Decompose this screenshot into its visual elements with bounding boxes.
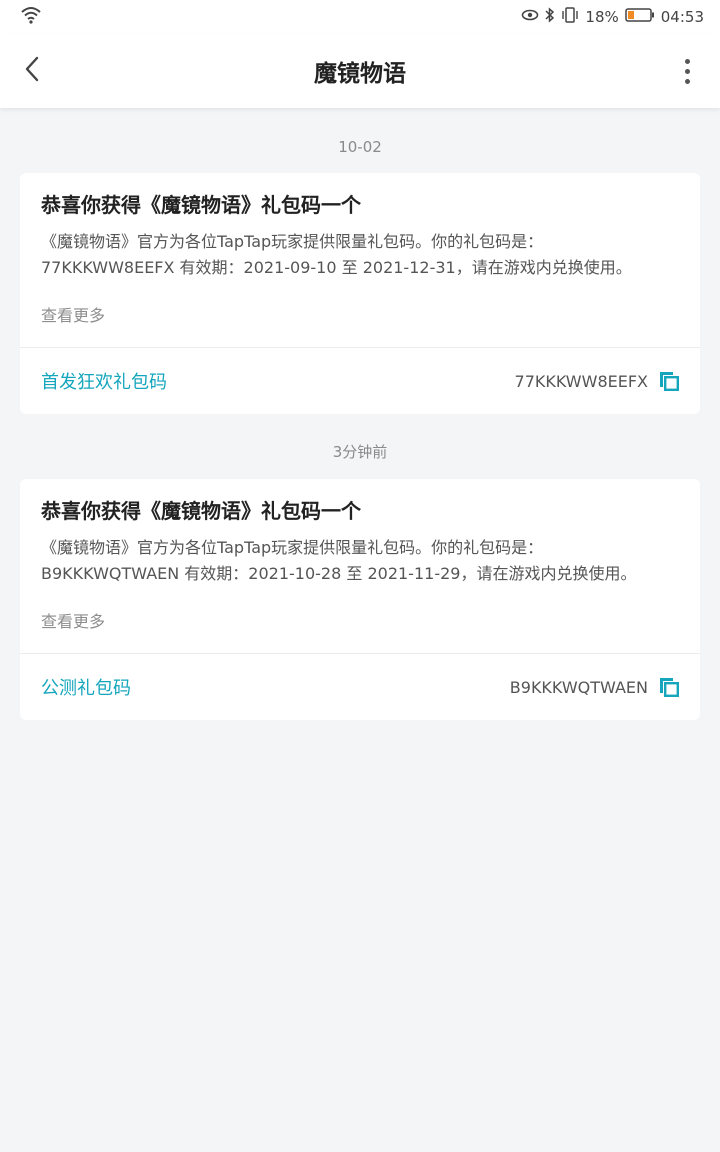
gift-code-wrap: 77KKKWW8EEFX: [515, 370, 680, 392]
message-card: 恭喜你获得《魔镜物语》礼包码一个 《魔镜物语》官方为各位TapTap玩家提供限量…: [20, 479, 700, 720]
status-bar: 18% 04:53: [0, 0, 720, 34]
message-date: 3分钟前: [332, 443, 388, 461]
eye-icon: [521, 8, 539, 26]
page-title: 魔镜物语: [314, 61, 406, 87]
more-options-button[interactable]: [672, 52, 702, 90]
gift-code: 77KKKWW8EEFX: [514, 371, 648, 391]
message-title: 恭喜你获得《魔镜物语》礼包码一个: [41, 499, 361, 523]
message-title: 恭喜你获得《魔镜物语》礼包码一个: [41, 193, 361, 217]
copy-icon[interactable]: [658, 370, 680, 392]
message-date: 10-02: [338, 138, 382, 156]
copy-icon[interactable]: [658, 676, 680, 698]
back-button[interactable]: [14, 52, 50, 90]
description-line: B9KKKWQTWAEN 有效期：2021-10-28 至 2021-11-29…: [41, 564, 637, 583]
view-more-link[interactable]: 查看更多: [41, 303, 105, 347]
message-card: 恭喜你获得《魔镜物语》礼包码一个 《魔镜物语》官方为各位TapTap玩家提供限量…: [20, 173, 700, 414]
gift-code-wrap: B9KKKWQTWAEN: [510, 676, 680, 698]
wifi-icon: [20, 6, 42, 28]
gift-code: B9KKKWQTWAEN: [509, 677, 648, 697]
more-dot: [684, 68, 690, 74]
app-header: 魔镜物语: [0, 34, 720, 108]
message-description: 《魔镜物语》官方为各位TapTap玩家提供限量礼包码。你的礼包码是： B9KKK…: [41, 535, 679, 587]
gift-name-link[interactable]: 首发狂欢礼包码: [41, 368, 167, 394]
battery-percent: 18%: [585, 8, 619, 26]
gift-name-link[interactable]: 公测礼包码: [41, 674, 131, 700]
message-description: 《魔镜物语》官方为各位TapTap玩家提供限量礼包码。你的礼包码是： 77KKK…: [41, 229, 679, 281]
more-dot: [684, 78, 690, 84]
battery-icon: [625, 8, 655, 26]
description-line: 《魔镜物语》官方为各位TapTap玩家提供限量礼包码。你的礼包码是：: [41, 232, 544, 251]
more-vertical-icon: [684, 58, 690, 64]
chevron-left-icon: [24, 56, 40, 86]
description-line: 77KKKWW8EEFX 有效期：2021-09-10 至 2021-12-31…: [41, 258, 632, 277]
status-icons: 18% 04:53: [521, 7, 704, 27]
clock: 04:53: [660, 8, 704, 26]
gift-code-row: 首发狂欢礼包码 77KKKWW8EEFX: [20, 347, 700, 414]
message-list: 10-02 恭喜你获得《魔镜物语》礼包码一个 《魔镜物语》官方为各位TapTap…: [0, 108, 720, 720]
vibrate-icon: [561, 7, 579, 27]
view-more-link[interactable]: 查看更多: [41, 609, 105, 653]
description-line: 《魔镜物语》官方为各位TapTap玩家提供限量礼包码。你的礼包码是：: [41, 538, 544, 557]
gift-code-row: 公测礼包码 B9KKKWQTWAEN: [20, 653, 700, 720]
bluetooth-icon: [545, 7, 555, 27]
